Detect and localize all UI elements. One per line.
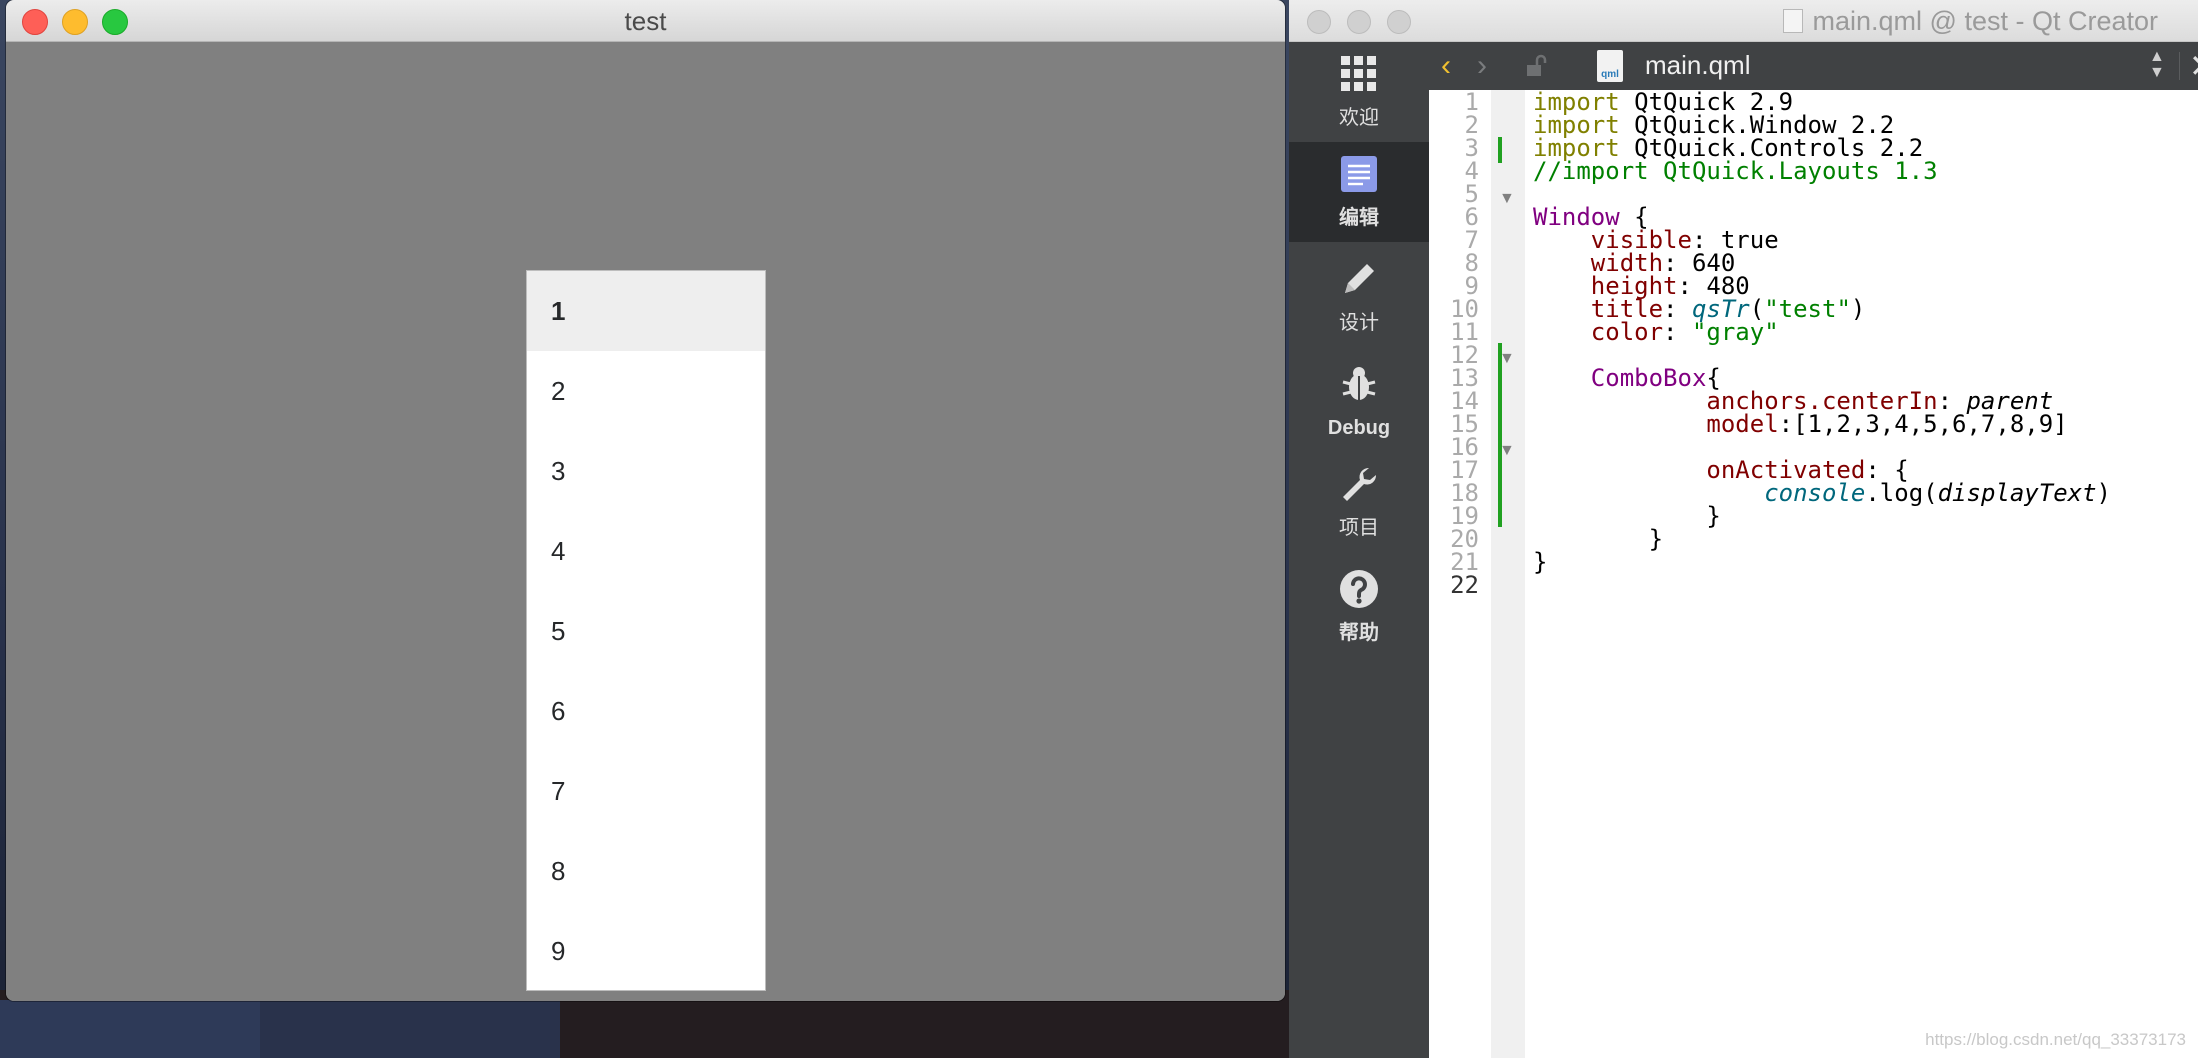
mode-label: 项目 <box>1339 517 1379 539</box>
chevron-updown-icon[interactable]: ▲ ▼ <box>2149 49 2165 81</box>
open-document-combo[interactable]: main.qml <box>1645 50 1750 81</box>
code-token: displayText <box>1937 479 2097 507</box>
mode-label: 编辑 <box>1339 207 1379 229</box>
mode-help[interactable]: 帮助 <box>1289 557 1429 657</box>
navigate-forward-button[interactable]: › <box>1477 48 1487 84</box>
test-window: test 123456789 <box>6 0 1285 1001</box>
combobox-popup-list: 123456789 <box>526 270 766 991</box>
code-token: model <box>1706 410 1779 438</box>
combobox-option[interactable]: 6 <box>527 671 765 751</box>
desktop-wallpaper-sea <box>0 1000 260 1058</box>
code-token: color <box>1590 318 1664 346</box>
combobox-option[interactable]: 4 <box>527 511 765 591</box>
code-token: "gray" <box>1691 318 1779 346</box>
editor-toolbar: ‹ › qml main.qml ▲▼ ✕ <box>1429 42 2198 90</box>
code-token: ) <box>2096 479 2111 507</box>
line-number: 22 <box>1450 571 1479 599</box>
code-line: //import QtQuick.Layouts 1.3 <box>1533 155 1938 187</box>
bug-icon <box>1342 367 1376 400</box>
code-token: } <box>1533 548 1548 576</box>
window-titlebar[interactable]: main.qml @ test - Qt Creator <box>1289 0 2198 42</box>
combobox-option[interactable]: 5 <box>527 591 765 671</box>
mode-debug[interactable]: Debug <box>1289 352 1429 452</box>
mode-design[interactable]: 设计 <box>1289 247 1429 347</box>
navigate-back-button[interactable]: ‹ <box>1441 48 1451 84</box>
combobox-option[interactable]: 9 <box>527 911 765 991</box>
line-numbers: 1 2 3 4 5 6 7 8 9 10 11 12 13 14 15 16 17 18 19 20 21 22 <box>1429 88 1491 1058</box>
code-line: } <box>1533 523 1663 555</box>
combobox-option[interactable]: 1 <box>527 271 765 351</box>
combobox-option[interactable]: 2 <box>527 351 765 431</box>
code-token: console <box>1764 479 1866 507</box>
document-icon <box>1341 156 1377 192</box>
close-window-button[interactable] <box>1307 10 1331 34</box>
mode-label: Debug <box>1327 417 1391 439</box>
code-token: //import QtQuick.Layouts 1.3 <box>1533 157 1938 185</box>
maximize-window-button[interactable] <box>1387 10 1411 34</box>
close-document-button[interactable]: ✕ <box>2189 48 2198 84</box>
code-editor[interactable]: import QtQuick 2.9 import QtQuick.Window … <box>1525 88 2198 1058</box>
fold-arrow-icon[interactable]: ▼ <box>1499 190 1515 208</box>
code-line: color: "gray" <box>1533 316 1779 348</box>
pencil-icon <box>1345 264 1374 293</box>
combobox-option[interactable]: 8 <box>527 831 765 911</box>
mode-label: 设计 <box>1339 312 1379 334</box>
window-content: 123456789 <box>6 42 1285 1001</box>
qml-file-icon: qml <box>1597 50 1623 82</box>
code-token: .log( <box>1865 479 1938 507</box>
grid-icon <box>1341 56 1376 91</box>
mode-edit[interactable]: 编辑 <box>1289 142 1429 242</box>
code-token: ) <box>1850 295 1866 323</box>
code-line: model:[1,2,3,4,5,6,7,8,9] <box>1533 408 2068 440</box>
help-icon <box>1340 570 1378 608</box>
mode-label: 欢迎 <box>1339 107 1379 129</box>
file-badge: qml <box>1601 69 1619 80</box>
qt-creator-window: main.qml @ test - Qt Creator 欢迎 编辑 设计 De… <box>1289 0 2198 1058</box>
mode-sidebar: 欢迎 编辑 设计 Debug 项目 帮助 <box>1289 42 1429 1058</box>
mode-projects[interactable]: 项目 <box>1289 452 1429 552</box>
mode-label: 帮助 <box>1339 622 1379 644</box>
unlock-icon[interactable] <box>1525 54 1547 78</box>
document-icon <box>1782 9 1803 33</box>
code-token: : <box>1663 318 1692 346</box>
window-titlebar[interactable]: test <box>6 0 1285 42</box>
desktop-wallpaper-sea <box>260 1000 560 1058</box>
change-marker <box>1498 343 1502 527</box>
code-token: :[1,2,3,4,5,6,7,8,9] <box>1778 410 2068 438</box>
wrench-icon <box>1343 467 1377 501</box>
window-title: main.qml @ test - Qt Creator <box>1782 6 2159 37</box>
code-line: } <box>1533 546 1547 578</box>
watermark: https://blog.csdn.net/qq_33373173 <box>1925 1030 2186 1049</box>
combobox-option[interactable]: 7 <box>527 751 765 831</box>
folding-column <box>1491 90 1525 1058</box>
code-token: } <box>1533 525 1664 553</box>
minimize-window-button[interactable] <box>1347 10 1371 34</box>
mode-welcome[interactable]: 欢迎 <box>1289 42 1429 142</box>
combobox-option[interactable]: 3 <box>527 431 765 511</box>
change-marker <box>1498 137 1502 163</box>
window-title: test <box>624 6 667 36</box>
window-title-text: main.qml @ test - Qt Creator <box>1812 6 2159 36</box>
toolbar-separator <box>2179 52 2180 80</box>
